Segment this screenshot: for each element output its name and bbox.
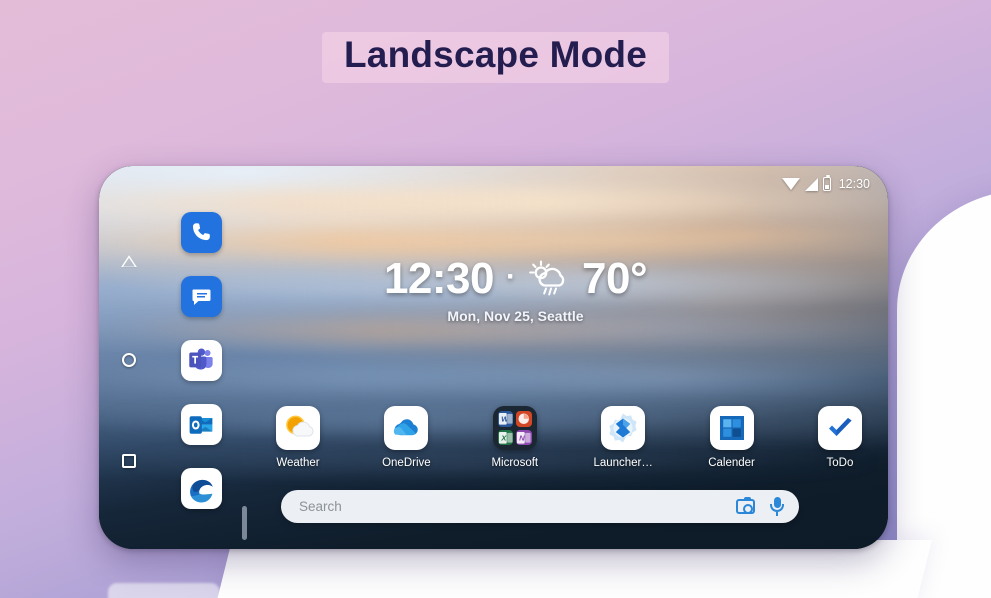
calendar-icon — [709, 406, 754, 450]
dock-app-microsoft-folder[interactable]: W X N Microsoft — [476, 406, 554, 469]
widget-clock-time: 12:30 — [383, 254, 495, 303]
todo-check-icon — [817, 406, 862, 450]
search-bar[interactable]: Search — [281, 490, 799, 523]
page-title: Landscape Mode — [344, 34, 647, 75]
page-header: Landscape Mode — [0, 32, 991, 83]
dock-app-label: ToDo — [826, 457, 854, 469]
teams-icon — [189, 348, 213, 370]
dock-app-label: Weather — [276, 457, 320, 469]
app-icon-edge[interactable] — [180, 468, 222, 510]
page-indicator[interactable] — [242, 506, 247, 540]
messages-icon — [192, 289, 211, 306]
app-icon-phone[interactable] — [180, 211, 222, 253]
app-icon-teams[interactable] — [180, 339, 222, 381]
decorative-blob-bottom-left — [108, 583, 220, 598]
weather-icon — [276, 406, 320, 450]
clock-weather-row: 12:30 · 70° — [143, 254, 888, 304]
edge-icon — [190, 479, 213, 503]
dock-app-weather[interactable]: Weather — [259, 406, 337, 469]
search-input[interactable]: Search — [299, 499, 736, 514]
widget-separator: · — [506, 260, 516, 293]
side-dock — [159, 166, 243, 549]
back-triangle-icon[interactable] — [121, 255, 137, 267]
powerpoint-icon — [516, 411, 532, 427]
status-bar-clock: 12:30 — [838, 177, 870, 191]
phone-screen: 12:30 12:30 · 70° Mon, Nov 25, Seattle W… — [99, 166, 888, 549]
widget-date-location: Mon, Nov 25, Seattle — [447, 308, 584, 324]
battery-icon — [822, 174, 831, 191]
dock-app-label: Launcher… — [593, 457, 653, 469]
navigation-bar — [99, 166, 159, 549]
phone-device-frame: 12:30 12:30 · 70° Mon, Nov 25, Seattle W… — [99, 166, 888, 549]
onenote-icon: N — [516, 429, 532, 445]
dock-app-label: Calender — [708, 457, 755, 469]
onedrive-icon — [384, 406, 429, 450]
microsoft-folder-icon: W X N — [492, 406, 537, 450]
page-title-highlight: Landscape Mode — [322, 32, 669, 83]
launcher-icon — [601, 406, 646, 450]
dock-app-label: Microsoft — [491, 457, 539, 469]
svg-text:N: N — [519, 433, 525, 442]
home-circle-icon[interactable] — [122, 353, 136, 368]
dock-app-todo[interactable]: ToDo — [801, 406, 879, 469]
word-icon: W — [497, 411, 514, 427]
status-bar: 12:30 — [781, 174, 870, 191]
wifi-triangle-icon — [781, 178, 800, 190]
sun-rain-cloud-icon — [528, 259, 570, 299]
svg-text:X: X — [500, 433, 507, 442]
bottom-dock: Weather OneDrive W X N Microsoft Launche… — [259, 406, 879, 469]
excel-icon: X — [497, 429, 514, 445]
cell-signal-icon — [804, 177, 818, 191]
outlook-icon — [189, 415, 213, 434]
dock-app-label: OneDrive — [382, 457, 431, 469]
phone-icon — [193, 223, 210, 241]
camera-icon[interactable] — [736, 497, 755, 514]
microphone-icon[interactable] — [769, 496, 785, 517]
recents-square-icon[interactable] — [122, 453, 136, 468]
dock-app-calendar[interactable]: Calender — [693, 406, 771, 469]
widget-temperature: 70° — [582, 254, 648, 303]
app-icon-outlook[interactable] — [180, 404, 222, 446]
dock-app-onedrive[interactable]: OneDrive — [367, 406, 445, 469]
dock-app-launcher[interactable]: Launcher… — [584, 406, 662, 469]
decorative-blob-right — [897, 190, 991, 598]
search-actions — [736, 496, 785, 517]
app-icon-messages[interactable] — [180, 275, 222, 317]
